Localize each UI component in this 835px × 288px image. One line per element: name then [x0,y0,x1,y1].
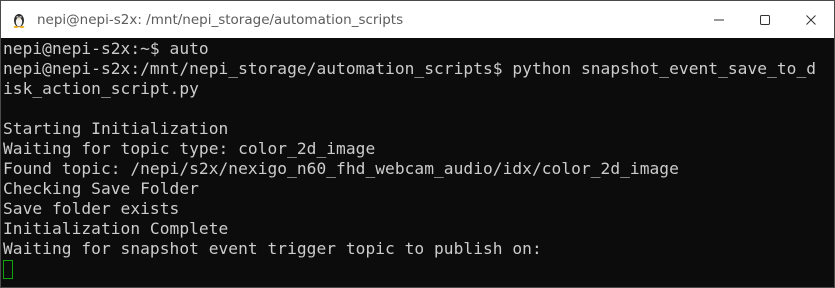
terminal-line: Waiting for snapshot event trigger topic… [3,239,542,258]
minimize-icon [713,14,725,26]
maximize-button[interactable] [742,1,788,38]
text-cursor [3,259,13,279]
terminal-line: isk_action_script.py [3,79,199,98]
minimize-button[interactable] [696,1,742,38]
linux-penguin-icon [11,12,27,28]
maximize-icon [759,14,771,26]
prompt-line[interactable] [3,259,834,279]
close-icon [805,14,817,26]
terminal-line: nepi@nepi-s2x:~$ auto [3,39,209,58]
terminal-output[interactable]: nepi@nepi-s2x:~$ auto nepi@nepi-s2x:/mnt… [1,38,834,287]
window-title: nepi@nepi-s2x: /mnt/nepi_storage/automat… [37,11,404,28]
terminal-line: Starting Initialization [3,119,229,138]
terminal-line: Save folder exists [3,199,180,218]
close-button[interactable] [788,1,834,38]
terminal-line: Found topic: /nepi/s2x/nexigo_n60_fhd_we… [3,159,679,178]
terminal-line: Checking Save Folder [3,179,199,198]
terminal-line: nepi@nepi-s2x:/mnt/nepi_storage/automati… [3,59,817,78]
terminal-line: Initialization Complete [3,219,229,238]
terminal-line: Waiting for topic type: color_2d_image [3,139,376,158]
title-bar[interactable]: nepi@nepi-s2x: /mnt/nepi_storage/automat… [1,1,834,38]
window-controls [696,1,834,38]
terminal-window: nepi@nepi-s2x: /mnt/nepi_storage/automat… [0,0,835,288]
